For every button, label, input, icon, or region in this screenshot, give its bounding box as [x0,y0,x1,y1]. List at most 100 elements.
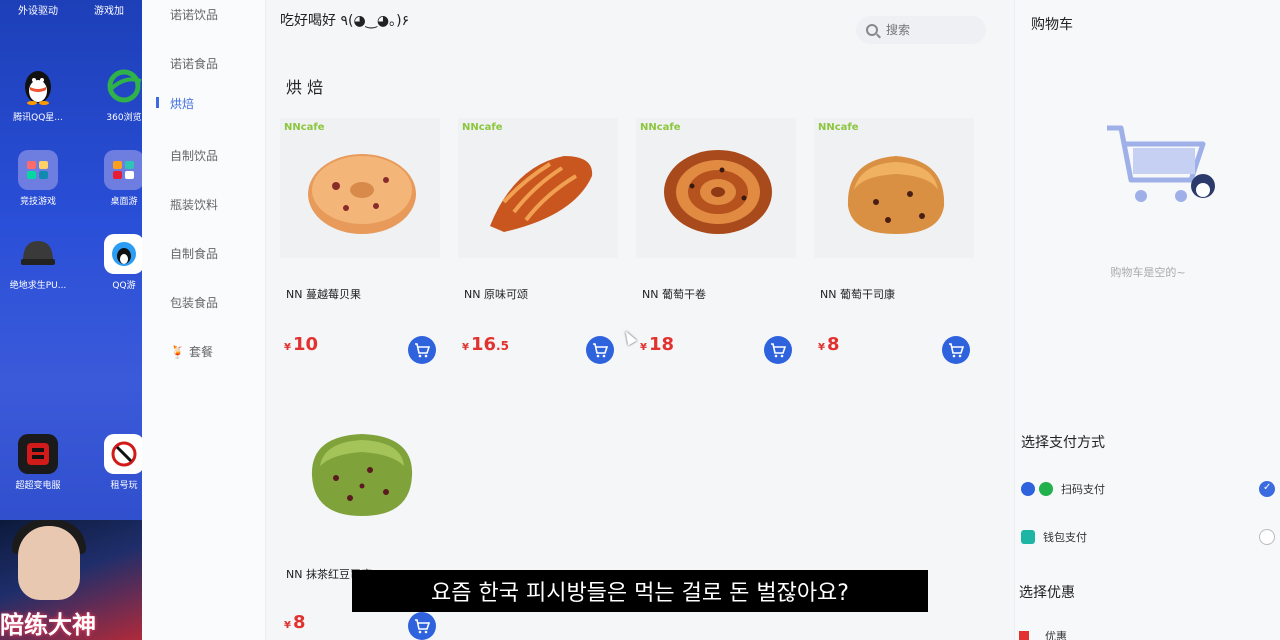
brand-logo: NNcafe [462,122,503,133]
sidebar-item-packaged-food[interactable]: 包装食品 [170,294,218,311]
matcha-scone-image [311,434,413,516]
coupon-title: 选择优惠 [1019,585,1075,601]
sidebar-item-nuonuo-drinks[interactable]: 诺诺饮品 [170,6,218,23]
desktop-icon-folder[interactable]: 竞技游戏 [6,150,70,207]
desktop-icon-label: 360浏览 [106,113,142,123]
desktop-icon-label: QQ游 [112,281,136,291]
price-integer: 18 [648,334,675,355]
price-decimal: .5 [496,339,509,353]
sidebar-item-label: 包装食品 [170,296,219,310]
payment-option-wallet[interactable]: 钱包支付 [1021,526,1280,548]
desktop-icon-qq[interactable]: 腾讯QQ星... [6,66,70,123]
add-to-cart-button[interactable] [942,336,970,364]
desktop-icon-label: 租号玩 [110,481,138,491]
price-integer: 8 [292,612,306,633]
coupon-label: 优惠 [1045,630,1067,640]
product-image[interactable]: NNcafe [280,118,440,258]
qq-penguin-icon [18,66,58,106]
product-card[interactable]: NNcafe NN 原味可颂 ¥16.5 [458,118,632,368]
product-image[interactable]: NNcafe [636,118,796,258]
product-price: ¥18 [640,334,674,355]
sidebar-item-bottled-drinks[interactable]: 瓶装饮料 [170,196,218,213]
raisin-scone-image [847,156,945,234]
desktop-icon-qqgame[interactable]: QQ游 [94,234,142,291]
payment-option-scan[interactable]: 扫码支付 [1021,478,1280,500]
desktop-streamer-banner[interactable]: 陪练大神 [0,520,142,640]
desktop-label-driver[interactable]: 外设驱动 [18,2,58,17]
payment-option-label: 钱包支付 [1043,531,1087,544]
desktop-icon-ghost[interactable]: 超超变电服 [6,434,70,491]
sidebar-item-homemade-food[interactable]: 自制食品 [170,245,218,262]
payment-radio[interactable] [1259,529,1275,545]
product-name: NN 蔓越莓贝果 [286,288,361,301]
add-to-cart-button[interactable] [408,612,436,640]
active-indicator [156,97,159,108]
brand-logo: NNcafe [818,122,859,133]
payment-radio-selected[interactable] [1259,481,1275,497]
sidebar-item-combo[interactable]: 🍹 套餐 [170,343,213,360]
product-image[interactable]: NNcafe [458,118,618,258]
empty-cart-icon [1107,125,1215,202]
game-folder-icon [18,150,58,190]
desktop-icon-360[interactable]: 360浏览 [94,66,142,123]
desktop-icon-label: 绝地求生PU... [9,281,67,291]
ghost-game-icon [18,434,58,474]
brand-logo: NNcafe [284,122,325,133]
product-card[interactable]: NNcafe NN 葡萄干司康 ¥8 [814,118,988,368]
cart-panel: 购物车 购物车是空的~ 选择支付方式 扫码支付 钱包支付 选择优惠 优惠 [1014,0,1280,640]
search-icon [866,24,878,36]
croissant-image [490,156,593,232]
qq-game-icon [104,234,142,274]
coupon-option[interactable]: 优惠 [1019,628,1067,640]
cart-title: 购物车 [1031,17,1073,33]
product-name: NN 原味可颂 [464,288,528,301]
sidebar-item-label: 诺诺食品 [170,57,219,71]
game-folder-icon [104,150,142,190]
add-to-cart-button[interactable] [408,336,436,364]
product-price: ¥16.5 [462,334,509,355]
brand-logo: NNcafe [640,122,681,133]
product-name: NN 葡萄干司康 [820,288,895,301]
desktop-area: 外设驱动 游戏加 腾讯QQ星... 360浏览 竞技游戏 桌面游 绝地求生PU.… [0,0,142,640]
cart-icon [949,343,964,358]
rent-game-icon [104,434,142,474]
section-title: 烘 焙 [286,78,324,97]
search-box[interactable] [856,16,986,44]
video-subtitle: 요즘 한국 피시방들은 먹는 걸로 돈 벌잖아요? [352,570,928,612]
cart-icon [415,343,430,358]
price-integer: 16 [470,334,497,355]
sidebar-item-label: 套餐 [188,345,213,359]
product-card[interactable]: NNcafe NN 蔓越莓贝果 ¥10 [280,118,454,368]
sidebar-item-label: 诺诺饮品 [170,8,219,22]
banner-face [18,526,80,600]
desktop-top-labels: 外设驱动 游戏加 [0,2,142,17]
bagel-image [308,154,416,234]
sidebar-item-bakery[interactable]: 烘焙 [156,95,195,112]
product-card[interactable]: NNcafe NN 葡萄干卷 ¥18 [636,118,810,368]
sidebar-item-homemade-drinks[interactable]: 自制饮品 [170,147,218,164]
cart-empty-message: 购物车是空的~ [1110,266,1186,279]
product-image[interactable] [280,398,440,538]
sidebar-item-nuonuo-food[interactable]: 诺诺食品 [170,55,218,72]
add-to-cart-button[interactable] [764,336,792,364]
sidebar-item-label: 烘焙 [170,97,195,111]
search-input[interactable] [886,23,966,37]
cart-icon [415,619,430,634]
currency-symbol: ¥ [640,342,647,353]
sidebar-item-label: 自制饮品 [170,149,219,163]
desktop-label-game[interactable]: 游戏加 [94,2,124,17]
cart-icon [771,343,786,358]
product-image[interactable]: NNcafe [814,118,974,258]
coupon-icon [1019,631,1029,640]
desktop-icon-folder-2[interactable]: 桌面游 [94,150,142,207]
payment-method-title: 选择支付方式 [1021,435,1105,451]
sidebar-item-label: 自制食品 [170,247,219,261]
currency-symbol: ¥ [818,342,825,353]
desktop-icon-label: 桌面游 [110,197,138,207]
desktop-icon-label: 竞技游戏 [19,197,56,207]
sidebar-item-label: 瓶装饮料 [170,198,219,212]
wechat-pay-icon [1039,482,1053,496]
desktop-icon-rent[interactable]: 租号玩 [94,434,142,491]
desktop-icon-pubg[interactable]: 绝地求生PU... [6,234,70,291]
add-to-cart-button[interactable] [586,336,614,364]
